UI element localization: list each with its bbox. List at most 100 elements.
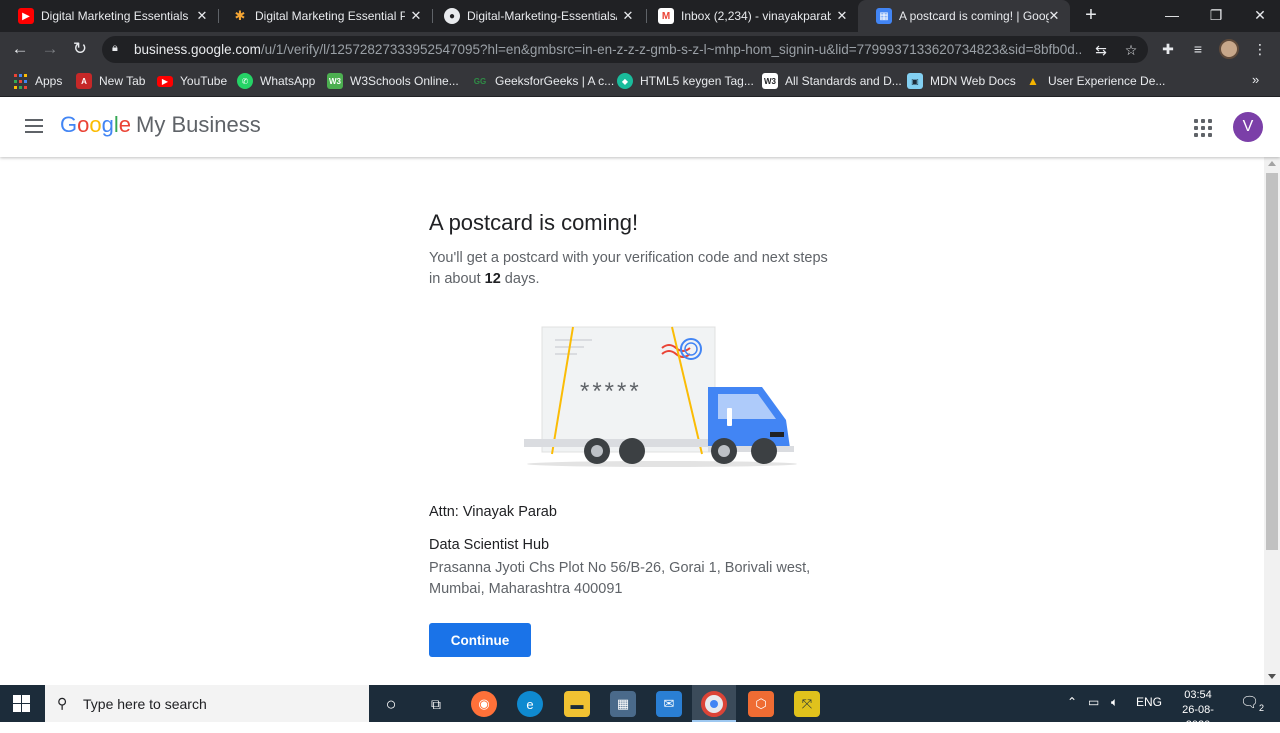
github-icon: ● xyxy=(444,8,460,24)
business-address: Prasanna Jyoti Chs Plot No 56/B-26, Gora… xyxy=(429,558,849,600)
new-tab-button[interactable]: + xyxy=(1080,4,1102,26)
hamburger-menu-icon[interactable] xyxy=(22,115,46,139)
file-explorer-icon[interactable]: ▬ xyxy=(564,691,590,717)
app-icon: ✱ xyxy=(234,8,246,23)
bookmark-apps[interactable]: Apps xyxy=(12,72,62,90)
html5-icon: ◆ xyxy=(617,73,633,89)
more-bookmarks-icon[interactable]: » xyxy=(1252,72,1259,87)
language-indicator[interactable]: ENG xyxy=(1136,695,1162,709)
search-icon: ⚲ xyxy=(57,695,68,711)
scroll-down-icon[interactable] xyxy=(1268,674,1276,679)
product-name: My Business xyxy=(136,112,261,137)
desc-text-end: days. xyxy=(500,271,540,287)
firefox-icon[interactable]: ◉ xyxy=(471,691,497,717)
bookmark-label: All Standards and D... xyxy=(785,74,902,88)
cortana-icon[interactable]: ○ xyxy=(378,691,404,717)
taskbar-search-placeholder: Type here to search xyxy=(83,696,207,712)
tab-postcard-active[interactable]: ▦ A postcard is coming! | Google ✕ xyxy=(858,0,1070,32)
app-icon[interactable]: ⬡ xyxy=(748,691,774,717)
volume-icon[interactable]: 🔈︎ xyxy=(1111,695,1118,710)
close-icon[interactable]: ✕ xyxy=(1046,8,1062,24)
clock-date: 26-08-2020 xyxy=(1182,704,1214,731)
whatsapp-icon: ✆ xyxy=(237,73,253,89)
page-title: A postcard is coming! xyxy=(429,210,639,235)
bookmark-user-experience[interactable]: ▲ User Experience De... xyxy=(1025,72,1165,90)
task-view-icon[interactable]: ⧉ xyxy=(423,691,449,717)
taskbar-clock[interactable]: 03:54 26-08-2020 xyxy=(1170,688,1226,733)
show-hidden-icons-icon[interactable]: ⌃ xyxy=(1067,695,1077,709)
lock-icon: 🔒︎ xyxy=(112,42,118,54)
bookmark-label: YouTube xyxy=(180,74,228,88)
bookmark-html5-keygen[interactable]: ◆ HTML5 keygen Tag... xyxy=(617,72,754,90)
bookmarks-bar: Apps A New Tab ▶ YouTube ✆ WhatsApp W3 W… xyxy=(0,66,1280,97)
bookmark-geeksforgeeks[interactable]: GG GeeksforGeeks | A c... xyxy=(472,72,614,90)
edge-icon[interactable]: e xyxy=(517,691,543,717)
network-icon[interactable]: ▭ xyxy=(1088,695,1099,709)
bookmark-all-standards[interactable]: W3 All Standards and D... xyxy=(762,72,902,90)
google-my-business-logo[interactable]: Google My Business xyxy=(60,112,261,138)
youtube-icon: ▶ xyxy=(18,8,34,24)
restore-button[interactable]: ❐ xyxy=(1194,0,1238,32)
taskbar-search-box[interactable]: ⚲ Type here to search xyxy=(45,685,369,722)
bookmark-youtube[interactable]: ▶ YouTube xyxy=(157,72,227,90)
bookmark-new-tab[interactable]: A New Tab xyxy=(76,72,145,90)
continue-button[interactable]: Continue xyxy=(429,623,531,657)
close-window-button[interactable]: ✕ xyxy=(1238,0,1280,32)
scroll-up-icon[interactable] xyxy=(1268,161,1276,166)
tab-digital-marketing-essential-pro[interactable]: ✱ Digital Marketing Essential Pro ✕ xyxy=(214,0,432,32)
browser-tab-strip: ▶ Digital Marketing Essentials Pr ✕ ✱ Di… xyxy=(0,0,1280,32)
tab-github[interactable]: ● Digital-Marketing-Essentials/A ✕ xyxy=(426,0,644,32)
mail-icon[interactable]: ✉ xyxy=(656,691,682,717)
close-icon[interactable]: ✕ xyxy=(834,8,850,24)
page-scrollbar[interactable] xyxy=(1264,157,1280,685)
mdn-icon: ▣ xyxy=(907,73,923,89)
windows-start-icon[interactable] xyxy=(13,695,30,712)
bookmark-label: New Tab xyxy=(99,74,146,88)
bookmark-label: Apps xyxy=(35,74,63,88)
address-line-1: Prasanna Jyoti Chs Plot No 56/B-26, Gora… xyxy=(429,560,811,576)
reload-button[interactable]: ↻ xyxy=(68,37,92,61)
ux-icon: ▲ xyxy=(1027,74,1039,88)
gmb-icon: ▦ xyxy=(876,8,892,24)
w3c-icon: W3 xyxy=(762,73,778,89)
close-icon[interactable]: ✕ xyxy=(408,8,424,24)
address-line-2: Mumbai, Maharashtra 400091 xyxy=(429,581,623,597)
notification-center-icon[interactable]: 🗨︎2 xyxy=(1240,693,1264,713)
logo-letter: g xyxy=(101,112,114,137)
tab-title: Digital Marketing Essentials Pr xyxy=(41,9,191,23)
tab-title: Inbox (2,234) - vinayakparab5 xyxy=(681,9,831,23)
minimize-button[interactable]: — xyxy=(1150,0,1194,32)
postcard-code-text: ***** xyxy=(580,378,642,405)
bookmark-label: W3Schools Online... xyxy=(350,74,459,88)
more-menu-icon[interactable]: ⋮ xyxy=(1250,39,1270,59)
bookmark-mdn[interactable]: ▣ MDN Web Docs xyxy=(907,72,1016,90)
bookmark-whatsapp[interactable]: ✆ WhatsApp xyxy=(237,72,315,90)
close-icon[interactable]: ✕ xyxy=(194,8,210,24)
new-tab-icon: A xyxy=(76,73,92,89)
google-apps-icon[interactable] xyxy=(1194,119,1212,137)
tab-digital-marketing-essentials[interactable]: ▶ Digital Marketing Essentials Pr ✕ xyxy=(0,0,218,32)
translate-icon[interactable]: ⇆ xyxy=(1092,41,1110,59)
microsoft-store-icon[interactable]: ▦ xyxy=(610,691,636,717)
bookmark-label: GeeksforGeeks | A c... xyxy=(495,74,615,88)
back-button[interactable]: ← xyxy=(8,37,32,61)
address-bar[interactable]: 🔒︎ business.google.com/u/1/verify/l/1257… xyxy=(102,36,1148,63)
scrollbar-thumb[interactable] xyxy=(1266,173,1278,550)
bookmark-w3schools[interactable]: W3 W3Schools Online... xyxy=(327,72,459,90)
app-icon[interactable]: ⤧ xyxy=(794,691,820,717)
logo-letter: G xyxy=(60,112,78,137)
browser-profile-avatar[interactable] xyxy=(1219,39,1239,59)
close-icon[interactable]: ✕ xyxy=(620,8,636,24)
account-avatar[interactable]: V xyxy=(1233,112,1263,142)
bookmark-label: WhatsApp xyxy=(260,74,316,88)
tab-inbox[interactable]: M Inbox (2,234) - vinayakparab5 ✕ xyxy=(640,0,858,32)
bookmark-star-icon[interactable]: ☆ xyxy=(1122,41,1140,59)
tab-title: Digital-Marketing-Essentials/A xyxy=(467,9,617,23)
extensions-icon[interactable]: ✚ xyxy=(1158,39,1178,59)
forward-button[interactable]: → xyxy=(38,37,62,61)
logo-letter: o xyxy=(77,112,90,137)
media-queue-icon[interactable]: ≡ xyxy=(1188,39,1208,59)
chrome-icon[interactable] xyxy=(701,691,727,717)
postcard-truck-illustration: ***** xyxy=(524,326,797,467)
apps-grid-icon xyxy=(12,73,28,89)
